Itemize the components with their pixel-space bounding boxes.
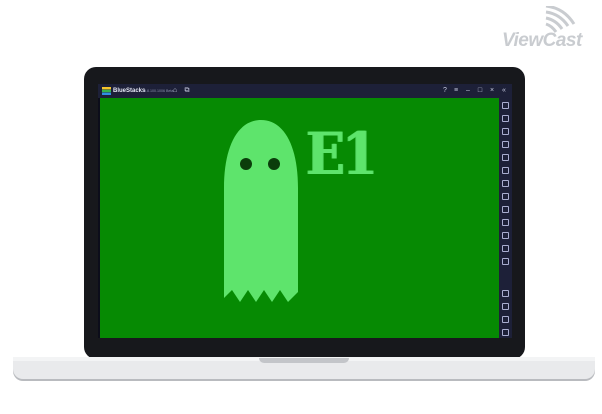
folder-icon[interactable] <box>502 219 509 226</box>
game-screen[interactable]: E1 <box>100 98 499 338</box>
eco-icon[interactable] <box>502 258 509 265</box>
multi-instance-icon[interactable]: ⧉ <box>182 86 192 96</box>
viewcast-watermark: ViewCast <box>502 30 582 51</box>
keyboard-icon[interactable] <box>502 193 509 200</box>
app-version: 5.8.100.1006 Beta <box>144 89 174 93</box>
copy-icon[interactable] <box>502 232 509 239</box>
menu-icon[interactable]: ≡ <box>451 86 461 96</box>
collapse-icon[interactable]: « <box>499 86 509 96</box>
help-icon[interactable]: ? <box>440 86 450 96</box>
bluestacks-logo-icon <box>102 87 111 95</box>
recent-apps-icon[interactable] <box>502 329 509 336</box>
fullscreen-icon[interactable] <box>502 102 509 109</box>
minimize-icon[interactable]: – <box>463 86 473 96</box>
app-name: BlueStacks <box>113 88 146 94</box>
home-icon[interactable] <box>502 316 509 323</box>
window-titlebar: BlueStacks 5.8.100.1006 Beta ⌂ ⧉ ? ≡ – □… <box>98 84 512 98</box>
rotate-icon[interactable] <box>502 167 509 174</box>
macro-icon[interactable] <box>502 180 509 187</box>
right-toolbar <box>499 98 512 338</box>
volume-down-icon[interactable] <box>502 128 509 135</box>
back-icon[interactable] <box>502 303 509 310</box>
gear-icon[interactable] <box>502 290 509 297</box>
screenshot-icon[interactable] <box>502 206 509 213</box>
settings-icon[interactable] <box>502 154 509 161</box>
emulator-window: BlueStacks 5.8.100.1006 Beta ⌂ ⧉ ? ≡ – □… <box>98 84 512 338</box>
close-icon[interactable]: × <box>487 86 497 96</box>
volume-up-icon[interactable] <box>502 115 509 122</box>
laptop-notch <box>259 358 349 363</box>
layers-icon[interactable] <box>502 245 509 252</box>
maximize-icon[interactable]: □ <box>475 86 485 96</box>
home-icon[interactable]: ⌂ <box>170 86 180 96</box>
ghost-character <box>224 120 298 302</box>
play-icon[interactable] <box>502 141 509 148</box>
game-title: E1 <box>306 120 378 188</box>
